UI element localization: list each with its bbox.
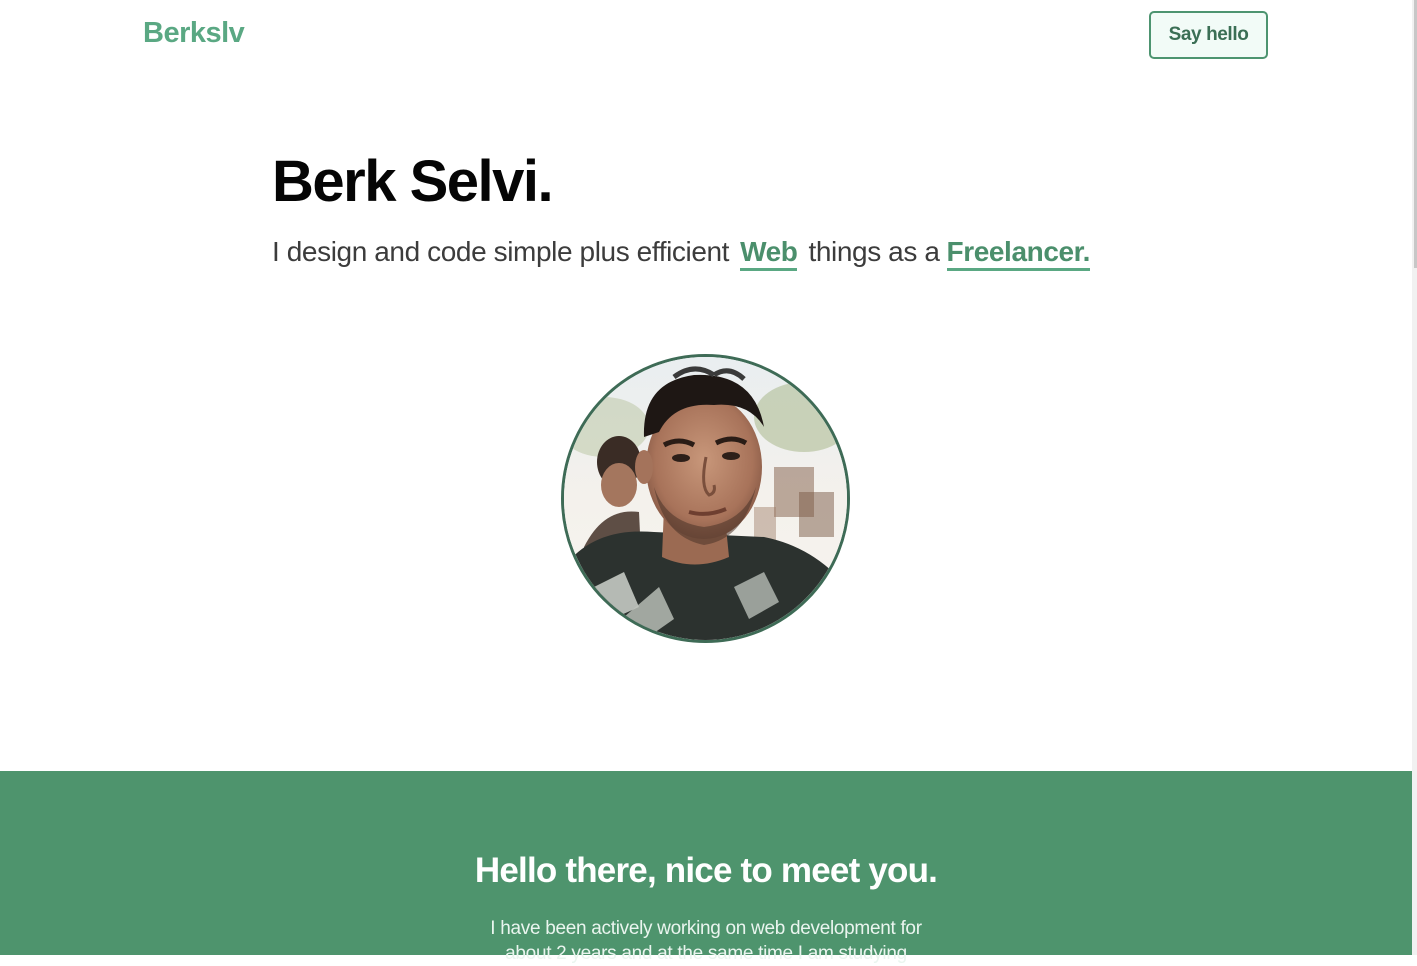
site-logo-link[interactable]: Berkslv xyxy=(143,17,245,50)
about-paragraph: I have been actively working on web deve… xyxy=(490,918,922,964)
say-hello-button[interactable]: Say hello xyxy=(1149,11,1268,59)
hero-subtitle: I design and code simple plus efficient W… xyxy=(272,236,1090,271)
freelancer-highlight-link[interactable]: Freelancer. xyxy=(946,236,1090,271)
profile-avatar xyxy=(561,354,850,643)
hero-subtitle-text-1: I design and code simple plus efficient xyxy=(272,236,730,267)
about-title: Hello there, nice to meet you. xyxy=(474,851,938,890)
hero-subtitle-text-2: things as a xyxy=(808,236,940,267)
top-navbar: Berkslv Say hello xyxy=(0,0,1417,70)
hero-title: Berk Selvi. xyxy=(272,149,554,214)
profile-photo xyxy=(564,357,847,640)
web-highlight-link[interactable]: Web xyxy=(740,236,798,271)
